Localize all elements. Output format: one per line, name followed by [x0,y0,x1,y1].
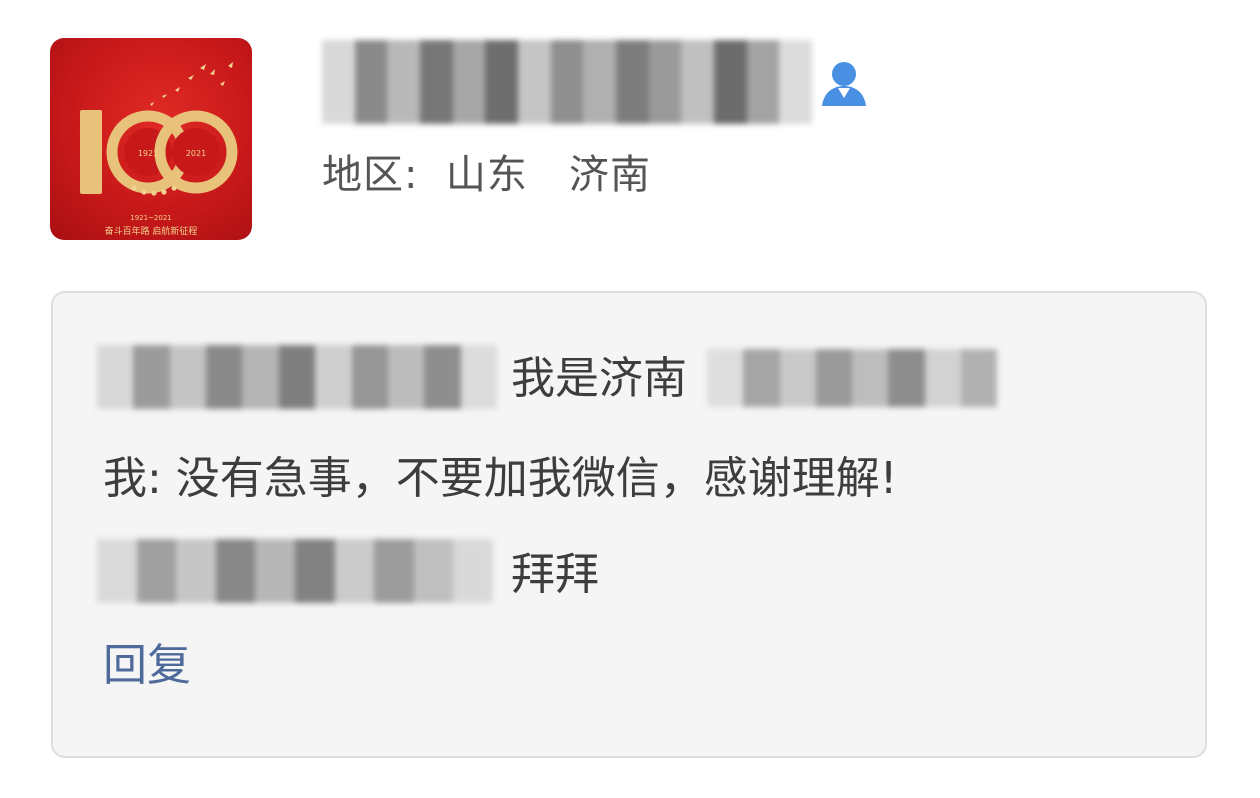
avatar-year-right: 2021 [186,149,206,158]
message-line-2-text: 我: 没有急事，不要加我微信，感谢理解! [103,453,898,504]
avatar-slogan: 奋斗百年路 启航新征程 [105,225,198,237]
message-line-3-text: 拜拜 [511,549,599,600]
message-line-1-text: 我是济南 [511,353,687,404]
friend-request-page: 1921 2021 1921~2021 奋斗百年路 启航新征程 地区: 山东 济… [0,0,1260,798]
reply-link[interactable]: 回复 [103,638,191,694]
avatar[interactable]: 1921 2021 1921~2021 奋斗百年路 启航新征程 [50,38,252,240]
avatar-year-left: 1921 [138,149,158,158]
redacted-text-block [97,345,497,409]
avatar-range: 1921~2021 [130,214,172,222]
person-icon [822,62,866,106]
centenary-100-logo-icon: 1921 2021 1921~2021 奋斗百年路 启航新征程 [80,62,238,237]
greeting-message-card: 我是济南 我: 没有急事，不要加我微信，感谢理解! 拜拜 回复 [51,291,1207,758]
contact-name-redacted [322,40,813,124]
redacted-text-block [97,539,493,603]
redacted-text-block [707,349,997,407]
region-text: 地区: 山东 济南 [322,152,652,198]
